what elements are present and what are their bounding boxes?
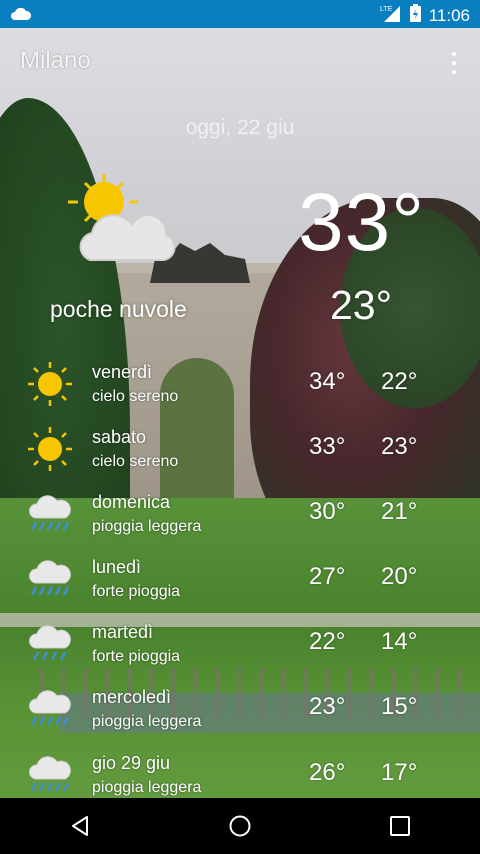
- forecast-high: 22°: [309, 628, 346, 655]
- forecast-day: sabato: [92, 427, 147, 447]
- current-condition: poche nuvole: [50, 296, 187, 322]
- forecast-high: 34°: [309, 368, 346, 395]
- forecast-low: 22°: [381, 368, 418, 395]
- battery-icon: [409, 4, 421, 27]
- rain-cloud-icon: [28, 492, 72, 536]
- back-icon: [72, 816, 88, 836]
- back-button[interactable]: [50, 798, 110, 854]
- forecast-high: 23°: [309, 693, 346, 720]
- forecast-row-sabato[interactable]: sabato cielo sereno 33° 23°: [0, 427, 480, 489]
- forecast-day: mercoledì: [92, 687, 172, 707]
- forecast-low: 23°: [381, 433, 418, 460]
- forecast-low: 14°: [381, 628, 418, 655]
- status-bar: LTE 11:06: [0, 0, 480, 28]
- home-icon: [229, 815, 251, 837]
- forecast-low: 17°: [381, 759, 418, 786]
- signal-icon: LTE: [380, 4, 402, 27]
- forecast-row-domenica[interactable]: domenica pioggia leggera 30° 21°: [0, 492, 480, 554]
- forecast-row-mercoledi[interactable]: mercoledì pioggia leggera 23° 15°: [0, 687, 480, 749]
- forecast-day: martedì: [92, 622, 154, 642]
- rain-cloud-icon: [28, 687, 72, 731]
- navigation-bar: [0, 798, 480, 854]
- forecast-day: lunedì: [92, 557, 142, 577]
- clock: 11:06: [428, 5, 470, 25]
- forecast-low: 15°: [381, 693, 418, 720]
- sun-icon: [28, 362, 72, 406]
- forecast-day: domenica: [92, 492, 171, 512]
- rain-cloud-icon: [28, 622, 72, 666]
- forecast-condition: forte pioggia: [92, 583, 181, 600]
- recents-button[interactable]: [370, 798, 430, 854]
- forecast-condition: pioggia leggera: [92, 518, 202, 535]
- forecast-row-lunedi[interactable]: lunedì forte pioggia 27° 20°: [0, 557, 480, 619]
- forecast-high: 27°: [309, 563, 346, 590]
- forecast-condition: pioggia leggera: [92, 779, 202, 796]
- forecast-condition: cielo sereno: [92, 388, 179, 405]
- forecast-condition: pioggia leggera: [92, 713, 202, 730]
- forecast-row-venerdi[interactable]: venerdì cielo sereno 34° 22°: [0, 362, 480, 424]
- rain-cloud-icon: [28, 557, 72, 601]
- forecast-condition: cielo sereno: [92, 453, 179, 470]
- forecast-high: 33°: [309, 433, 346, 460]
- forecast-condition: forte pioggia: [92, 648, 181, 665]
- cloud-icon: [10, 5, 32, 26]
- overflow-menu-icon[interactable]: [448, 52, 460, 74]
- city-name[interactable]: Milano: [20, 47, 91, 75]
- forecast-day: venerdì: [92, 362, 153, 382]
- current-low-temperature: 23°: [330, 282, 393, 328]
- forecast-row-martedi[interactable]: martedì forte pioggia 22° 14°: [0, 622, 480, 684]
- forecast-low: 20°: [381, 563, 418, 590]
- forecast-high: 30°: [309, 498, 346, 525]
- forecast-high: 26°: [309, 759, 346, 786]
- sun-cloud-icon: [68, 172, 178, 277]
- home-button[interactable]: [210, 798, 270, 854]
- forecast-low: 21°: [381, 498, 418, 525]
- recents-icon: [390, 816, 410, 836]
- current-temperature: 33°: [298, 177, 426, 268]
- network-label: LTE: [380, 6, 393, 13]
- current-date: oggi, 22 giu: [185, 116, 295, 139]
- rain-cloud-icon: [28, 753, 72, 797]
- forecast-day: gio 29 giu: [92, 753, 171, 773]
- sun-icon: [28, 427, 72, 471]
